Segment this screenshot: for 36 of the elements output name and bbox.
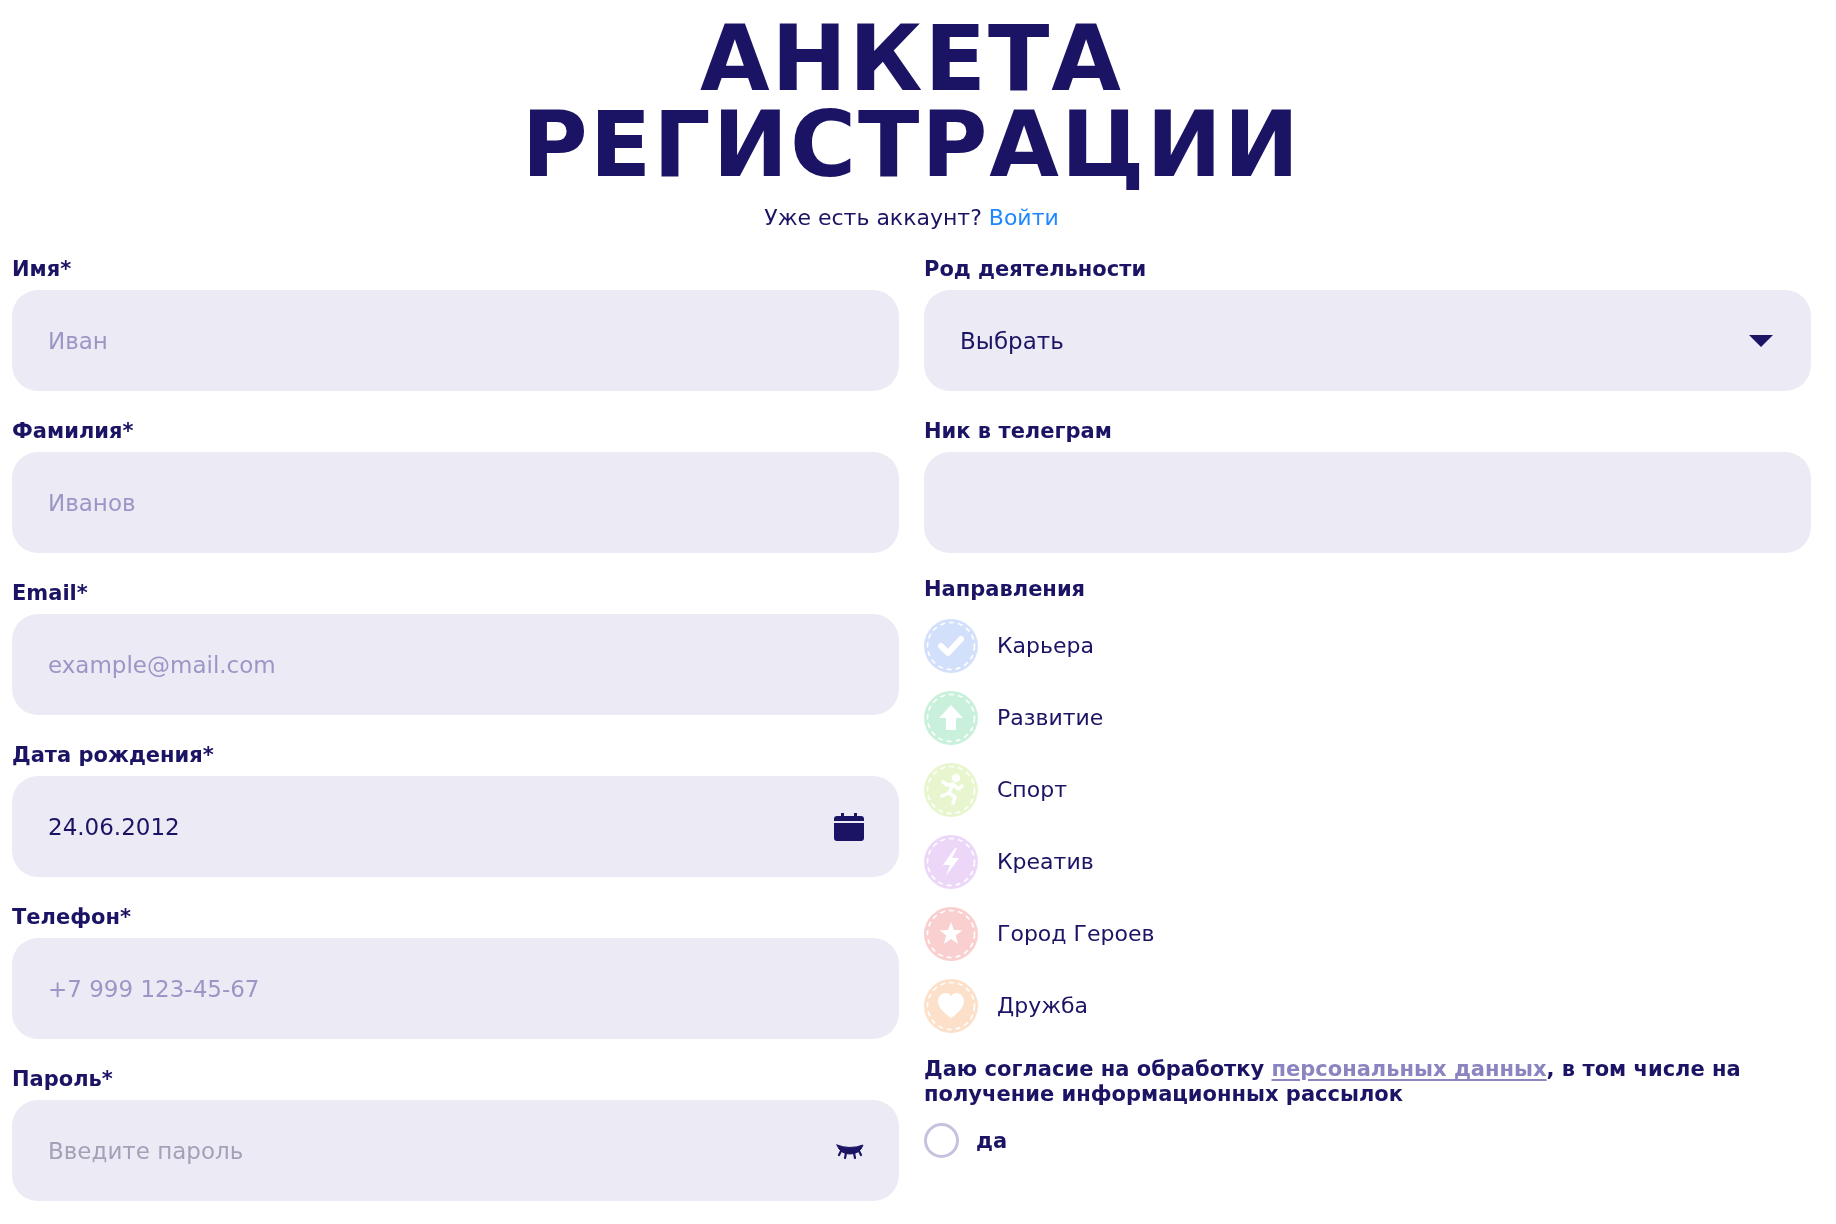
input-field[interactable]: Иван	[12, 290, 899, 391]
heart-icon[interactable]	[924, 979, 978, 1033]
section-label: Направления	[924, 579, 1086, 599]
date-field[interactable]: 24.06.2012	[12, 776, 899, 877]
field-label: Имя*	[12, 256, 72, 283]
direction-label[interactable]: Карьера	[997, 632, 1094, 660]
star-icon[interactable]	[924, 907, 978, 961]
input-field[interactable]: example@mail.com	[12, 614, 899, 715]
direction-label[interactable]: Город Героев	[997, 920, 1155, 948]
input-field[interactable]: +7 999 123-45-67	[12, 938, 899, 1039]
input-field[interactable]: Иванов	[12, 452, 899, 553]
direction-label[interactable]: Дружба	[997, 992, 1089, 1020]
calendar-icon[interactable]	[834, 812, 864, 841]
radio-label[interactable]: да	[976, 1126, 1008, 1155]
field-label: Ник в телеграм	[924, 418, 1112, 445]
field-label: Email*	[12, 580, 88, 607]
radio-button[interactable]	[924, 1123, 959, 1158]
check-icon[interactable]	[924, 619, 978, 673]
runner-icon[interactable]	[924, 763, 978, 817]
direction-label[interactable]: Спорт	[997, 776, 1067, 804]
caret-icon	[1749, 334, 1773, 347]
field-label: Дата рождения*	[12, 742, 214, 769]
direction-label[interactable]: Развитие	[997, 704, 1104, 732]
lightning-icon[interactable]	[924, 835, 978, 889]
closed-eye-icon[interactable]	[836, 1142, 864, 1159]
field-label: Род деятельности	[924, 256, 1147, 283]
page-title: АНКЕТА РЕГИСТРАЦИИ	[520, 16, 1303, 188]
up-arrow-icon[interactable]	[924, 691, 978, 745]
consent-text: Даю согласие на обработку персональных данных, в том числе на получение информационных рассылок	[924, 1057, 1742, 1107]
field-label: Фамилия*	[12, 418, 134, 445]
login-prompt: Уже есть аккаунт? Войти	[764, 204, 1059, 232]
direction-label[interactable]: Креатив	[997, 848, 1094, 876]
field-label: Телефон*	[12, 904, 131, 931]
dropdown-field[interactable]: Выбрать	[924, 290, 1811, 391]
password-field[interactable]: Введите пароль	[12, 1100, 899, 1201]
field-label: Пароль*	[12, 1066, 113, 1093]
